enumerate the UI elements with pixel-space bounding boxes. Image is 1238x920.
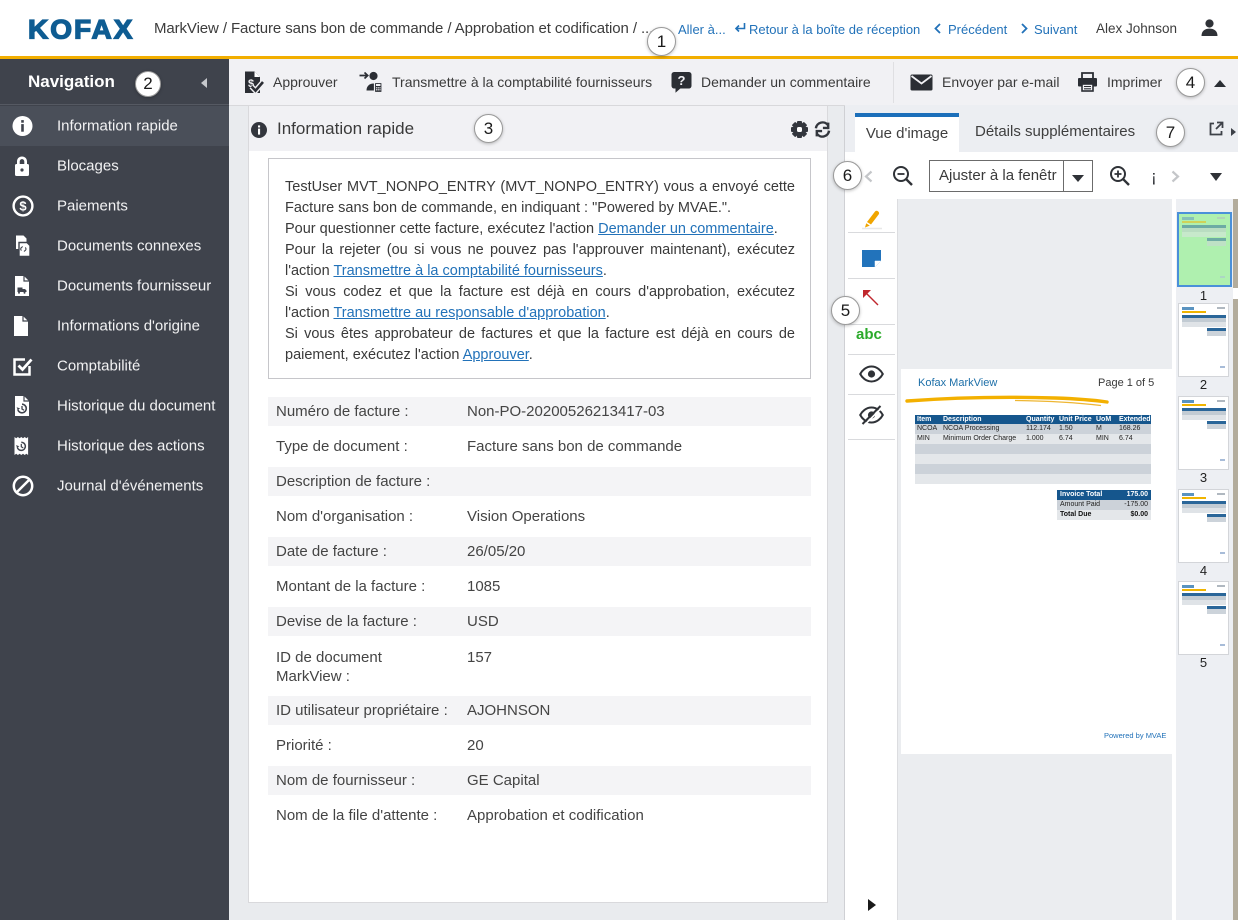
svg-text:$: $ [19,199,27,214]
svg-text:?: ? [678,73,686,88]
